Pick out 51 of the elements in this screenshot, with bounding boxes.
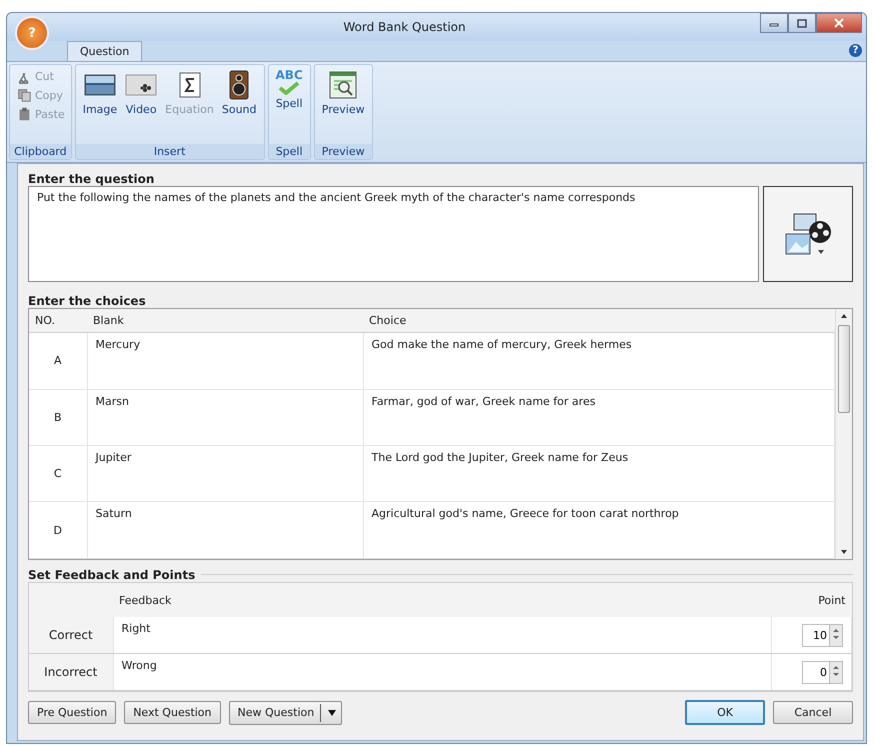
table-cell: C <box>29 446 87 502</box>
table-cell: D <box>29 502 87 558</box>
help-icon[interactable]: ? <box>849 44 862 57</box>
scrollbar[interactable] <box>835 309 852 559</box>
close-button[interactable] <box>816 13 862 33</box>
row-label: Incorrect <box>29 654 113 690</box>
new-question-button[interactable]: New Question <box>228 700 342 724</box>
ribbon-button[interactable]: Image <box>80 67 120 142</box>
maximize-icon <box>797 18 807 28</box>
insert-media-button[interactable] <box>763 186 853 282</box>
table-cell[interactable]: Right <box>113 617 772 654</box>
table-cell[interactable]: Mercury <box>87 332 363 390</box>
table-cell[interactable]: The Lord god the Jupiter, Greek name for Zeus <box>363 446 834 502</box>
close-icon <box>834 18 844 28</box>
dropdown-arrow-icon <box>327 708 338 716</box>
table-cell[interactable]: Marsn <box>87 389 363 446</box>
table-cell[interactable]: Saturn <box>87 502 363 558</box>
table-cell[interactable]: Wrong <box>113 654 772 690</box>
group-label: Spell <box>268 144 310 159</box>
point-spinner[interactable]: 10 <box>802 624 843 646</box>
window-title: Word Bank Question <box>342 20 467 34</box>
table-cell[interactable]: Jupiter <box>87 446 363 502</box>
ribbon-button[interactable]: Video <box>122 67 160 142</box>
dialog-button[interactable]: Pre Question <box>28 701 116 724</box>
table-cell: A <box>29 332 87 390</box>
section-heading: Set Feedback and Points <box>28 568 196 582</box>
section-heading: Enter the question <box>28 172 156 186</box>
ribbon-button[interactable]: Preview <box>318 67 368 142</box>
table-cell[interactable]: God make the name of mercury, Greek hermes <box>363 332 834 390</box>
table-cell[interactable]: Farmar, god of war, Greek name for ares <box>363 389 834 446</box>
ribbon-button[interactable]: ABC Spell <box>272 67 306 142</box>
column-header: Choice <box>363 309 834 333</box>
ribbon-button[interactable]: Sound <box>218 67 260 142</box>
group-label: Insert <box>76 144 264 159</box>
column-header: NO. <box>29 309 87 333</box>
table-cell: B <box>29 389 87 446</box>
dialog-button[interactable]: Next Question <box>124 701 221 724</box>
section-heading: Enter the choices <box>28 294 147 308</box>
question-field[interactable]: Put the following the names of the planets and the ancient Greek myth of the character's name corresponds <box>28 186 759 282</box>
ribbon-tab[interactable]: Question <box>67 41 142 61</box>
column-header: Blank <box>87 309 363 333</box>
dialog-button[interactable]: OK <box>685 700 765 725</box>
row-label: Correct <box>29 617 113 654</box>
maximize-button[interactable] <box>788 13 816 33</box>
point-spinner[interactable]: 0 <box>802 660 843 684</box>
group-label: Clipboard <box>10 144 71 159</box>
table-cell[interactable]: Agricultural god's name, Greece for toon carat northrop <box>363 502 834 558</box>
checkmark-icon <box>277 81 302 95</box>
dialog-button[interactable]: Cancel <box>773 701 853 724</box>
group-label: Preview <box>314 144 372 159</box>
minimize-button[interactable] <box>760 13 788 33</box>
